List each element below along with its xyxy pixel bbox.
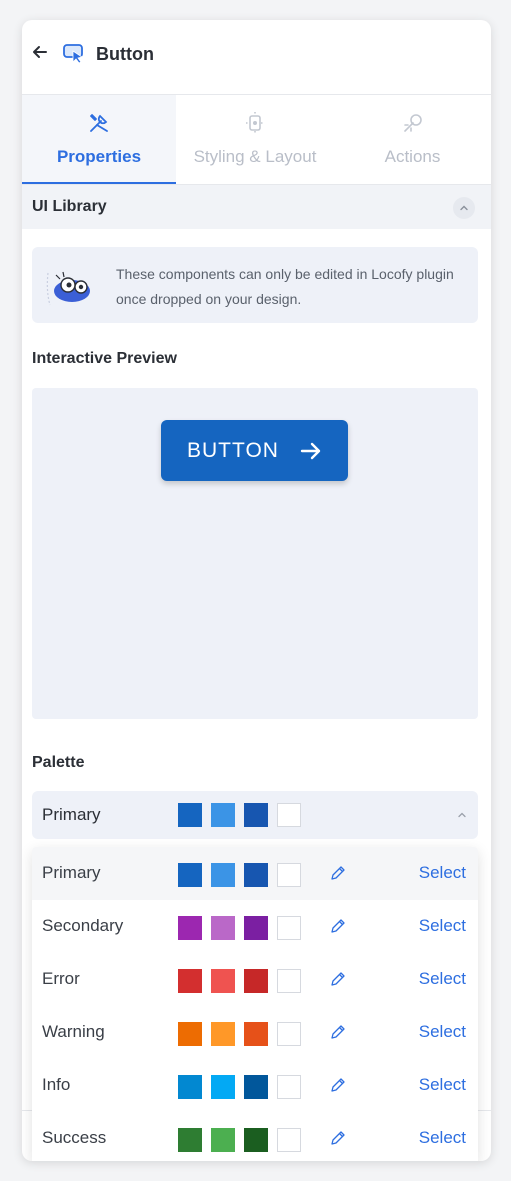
color-swatch [244, 1075, 268, 1099]
color-swatch [211, 1075, 235, 1099]
color-swatch [277, 1022, 301, 1046]
pencil-edit-icon[interactable] [329, 917, 347, 935]
preview-title: Interactive Preview [32, 350, 177, 367]
palette-option-error[interactable]: Error Select [32, 953, 478, 1006]
preview-area: BUTTON [32, 388, 478, 719]
preview-button[interactable]: BUTTON [161, 420, 348, 481]
section-title: UI Library [32, 198, 107, 215]
select-button[interactable]: Select [419, 969, 466, 989]
option-label: Secondary [42, 916, 124, 935]
color-swatch [244, 1128, 268, 1152]
tools-icon [90, 114, 108, 132]
palette-title: Palette [32, 754, 85, 771]
collapse-button[interactable] [453, 197, 475, 219]
color-swatch [211, 803, 235, 827]
pencil-edit-icon[interactable] [329, 1076, 347, 1094]
color-swatch [178, 1022, 202, 1046]
color-swatch [178, 1075, 202, 1099]
color-swatch [178, 916, 202, 940]
select-button[interactable]: Select [419, 863, 466, 883]
option-label: Error [42, 969, 80, 988]
pencil-edit-icon[interactable] [329, 864, 347, 882]
palette-option-secondary[interactable]: Secondary Select [32, 900, 478, 953]
palette-options-menu: Primary Select Secondary Select Error Se… [32, 847, 478, 1161]
color-swatch [277, 916, 301, 940]
chevron-up-icon [460, 205, 468, 211]
option-label: Info [42, 1075, 71, 1094]
color-swatch [244, 863, 268, 887]
locofy-mascot-icon [46, 271, 90, 306]
palette-option-primary[interactable]: Primary Select [32, 847, 478, 900]
color-swatch [211, 969, 235, 993]
tab-bar: Properties Styling & Layout Actions [22, 95, 491, 185]
pencil-edit-icon[interactable] [329, 1023, 347, 1041]
option-label: Warning [42, 1022, 105, 1041]
tab-label: Styling & Layout [193, 147, 317, 166]
pencil-edit-icon[interactable] [329, 970, 347, 988]
select-button[interactable]: Select [419, 1075, 466, 1095]
color-swatch [277, 1075, 301, 1099]
color-swatch [277, 863, 301, 887]
color-swatch [244, 969, 268, 993]
layout-icon [246, 112, 264, 134]
palette-option-success[interactable]: Success Select [32, 1112, 478, 1161]
chevron-up-icon [458, 812, 466, 818]
color-swatch [178, 1128, 202, 1152]
option-label: Primary [42, 863, 101, 882]
palette-option-warning[interactable]: Warning Select [32, 1006, 478, 1059]
palette-option-info[interactable]: Info Select [32, 1059, 478, 1112]
pencil-edit-icon[interactable] [329, 1129, 347, 1147]
info-text: These components can only be edited in L… [116, 266, 454, 307]
color-swatch [211, 1022, 235, 1046]
component-panel: Button Properties Styling & Layout Actio… [22, 20, 491, 1161]
color-swatch [211, 916, 235, 940]
arrow-right-icon [300, 442, 321, 460]
color-swatch [211, 1128, 235, 1152]
page-title: Button [96, 44, 154, 64]
palette-selected-label: Primary [42, 805, 101, 824]
select-button[interactable]: Select [419, 916, 466, 936]
select-button[interactable]: Select [419, 1128, 466, 1148]
palette-dropdown[interactable]: Primary [32, 791, 478, 839]
tab-label: Properties [56, 147, 142, 166]
color-swatch [244, 803, 268, 827]
tab-properties[interactable]: Properties [22, 95, 176, 184]
select-button[interactable]: Select [419, 1022, 466, 1042]
tab-actions[interactable]: Actions [334, 95, 491, 184]
color-swatch [277, 803, 301, 827]
color-swatch [211, 863, 235, 887]
preview-button-label: BUTTON [187, 439, 279, 462]
tab-styling-layout[interactable]: Styling & Layout [176, 95, 334, 184]
info-notice: These components can only be edited in L… [32, 247, 478, 323]
color-swatch [178, 969, 202, 993]
actions-icon [403, 114, 422, 132]
ui-library-section-header[interactable]: UI Library [22, 185, 491, 229]
color-swatch [277, 1128, 301, 1152]
back-arrow-icon[interactable] [30, 42, 50, 62]
panel-header: Button [22, 20, 491, 95]
color-swatch [244, 916, 268, 940]
color-swatch [178, 803, 202, 827]
tab-label: Actions [384, 147, 441, 166]
color-swatch [178, 863, 202, 887]
option-label: Success [42, 1128, 107, 1147]
button-component-icon [63, 44, 83, 64]
color-swatch [244, 1022, 268, 1046]
color-swatch [277, 969, 301, 993]
